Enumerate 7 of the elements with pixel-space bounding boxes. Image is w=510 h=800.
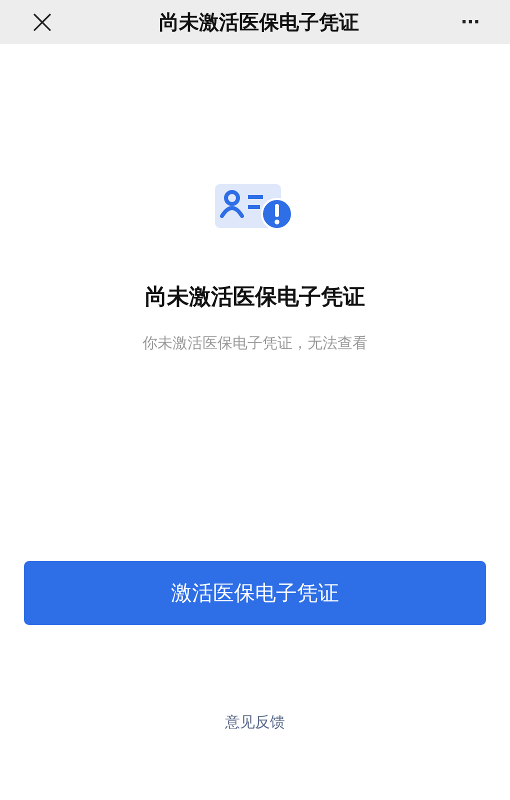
status-title: 尚未激活医保电子凭证 (145, 284, 365, 312)
feedback-link[interactable]: 意见反馈 (225, 713, 285, 732)
status-message: 你未激活医保电子凭证，无法查看 (142, 334, 368, 353)
more-button[interactable]: ··· (461, 9, 480, 35)
activate-button[interactable]: 激活医保电子凭证 (24, 561, 486, 625)
page-title: 尚未激活医保电子凭证 (158, 8, 359, 36)
close-button[interactable]: × (28, 5, 56, 39)
